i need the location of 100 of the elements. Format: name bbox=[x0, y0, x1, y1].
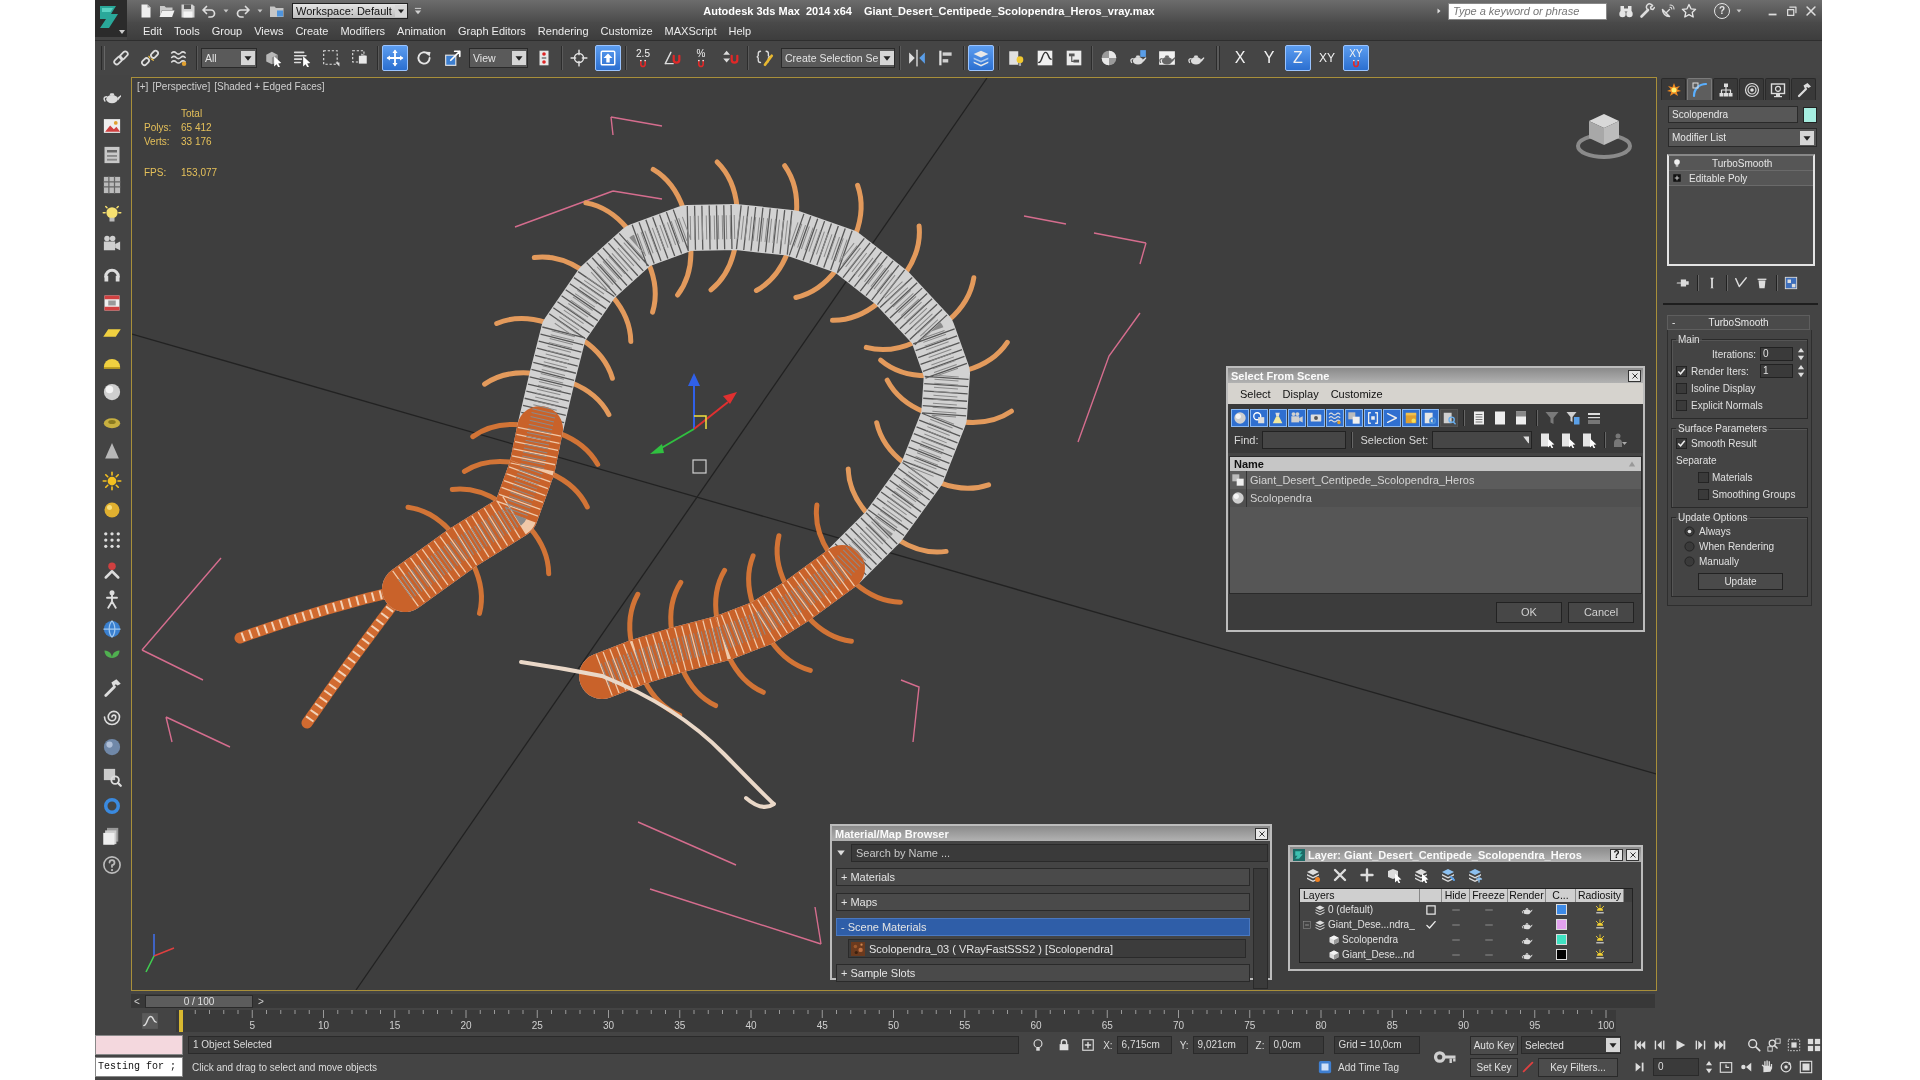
layer-name[interactable]: 0 (default) bbox=[1328, 904, 1374, 915]
column-header[interactable]: Hide bbox=[1442, 889, 1470, 902]
section-header[interactable]: + Materials bbox=[836, 868, 1250, 886]
column-header[interactable]: C... bbox=[1546, 889, 1576, 902]
help-button[interactable]: ? bbox=[1610, 848, 1623, 861]
lamp-icon[interactable] bbox=[1594, 948, 1606, 961]
panel-tab[interactable] bbox=[1739, 78, 1764, 100]
scrollbar-track[interactable] bbox=[1253, 868, 1268, 989]
checkbox[interactable] bbox=[1676, 382, 1687, 394]
x-mark-icon[interactable] bbox=[1332, 867, 1348, 883]
find-field[interactable] bbox=[1262, 431, 1347, 449]
orbit-icon[interactable] bbox=[1779, 1060, 1793, 1074]
caret-bar-icon[interactable] bbox=[413, 6, 423, 16]
menu-item[interactable]: Tools bbox=[168, 23, 205, 39]
document-cursor-icon[interactable] bbox=[1560, 432, 1577, 448]
workspace-dropdown[interactable]: Workspace: Default bbox=[292, 3, 408, 19]
object-name[interactable]: Giant_Dese...nd bbox=[1342, 949, 1415, 960]
add-time-tag-label[interactable]: Add Time Tag bbox=[1338, 1061, 1399, 1073]
swatch-icon[interactable] bbox=[1803, 106, 1817, 123]
satellite-dish-icon[interactable] bbox=[1660, 3, 1676, 19]
auto-key-button[interactable]: Auto Key bbox=[1470, 1035, 1518, 1055]
filter-toggle-button[interactable] bbox=[1231, 409, 1249, 427]
filter-toggle-button[interactable] bbox=[1364, 409, 1382, 427]
time-slider-handle[interactable]: 0 / 100 bbox=[145, 994, 253, 1008]
checkbox[interactable] bbox=[1676, 365, 1687, 377]
film-strip-icon[interactable] bbox=[102, 293, 122, 314]
close-button[interactable] bbox=[1628, 369, 1641, 382]
column-header[interactable]: Render bbox=[1508, 889, 1546, 902]
maximize-icon[interactable] bbox=[1799, 1060, 1813, 1074]
transform-gizmo-drawing[interactable] bbox=[650, 373, 737, 474]
coordinate-field[interactable]: 9,021cm bbox=[1192, 1036, 1248, 1054]
object-name[interactable]: Scolopendra bbox=[1342, 934, 1399, 945]
lamp-icon[interactable] bbox=[1594, 918, 1606, 931]
caret-icon[interactable] bbox=[1735, 7, 1743, 15]
funnel-document-icon[interactable] bbox=[1565, 410, 1581, 426]
star-icon[interactable] bbox=[1681, 3, 1697, 19]
zoom-icon[interactable] bbox=[1747, 1038, 1761, 1052]
menu-item[interactable]: Views bbox=[249, 23, 289, 39]
selection-filter-dropdown[interactable]: All bbox=[201, 48, 257, 68]
stack-item[interactable]: Editable Poly bbox=[1669, 171, 1813, 186]
menu-item[interactable]: Group bbox=[206, 23, 248, 39]
filter-toggle-button[interactable] bbox=[1288, 409, 1306, 427]
dot-grid-icon[interactable] bbox=[102, 529, 122, 550]
close-button[interactable] bbox=[1626, 848, 1639, 861]
layer-name[interactable]: Giant_Dese...ndra_ bbox=[1328, 919, 1415, 930]
viewport[interactable] bbox=[131, 77, 1657, 991]
filter-toggle-button[interactable] bbox=[1326, 409, 1344, 427]
box-magnifier-icon[interactable] bbox=[102, 766, 122, 787]
caret-icon[interactable] bbox=[256, 7, 264, 15]
app-logo-icon[interactable] bbox=[95, 0, 127, 37]
undo-arrow-icon[interactable] bbox=[201, 3, 217, 19]
menu-item[interactable]: Customize bbox=[1330, 387, 1383, 400]
spinner-field[interactable]: 0 bbox=[1760, 347, 1793, 361]
move-button[interactable] bbox=[382, 45, 408, 71]
menu-item[interactable]: Create bbox=[290, 23, 334, 39]
bulb-outline-icon[interactable] bbox=[1031, 1038, 1046, 1052]
zoom-extents-icon[interactable] bbox=[1787, 1038, 1801, 1052]
layer-manager-button[interactable] bbox=[968, 45, 994, 71]
script-listener-field[interactable] bbox=[95, 1035, 183, 1055]
lamp-icon[interactable] bbox=[1594, 903, 1606, 916]
radio-button[interactable] bbox=[1684, 540, 1695, 552]
zoom-all-icon[interactable] bbox=[1767, 1038, 1781, 1052]
rollout-header[interactable]: - TurboSmooth bbox=[1667, 315, 1810, 330]
coordinate-field[interactable]: 6,715cm bbox=[1116, 1036, 1172, 1054]
freeze-layer-icon[interactable] bbox=[1467, 867, 1483, 883]
wrench-icon[interactable] bbox=[1639, 3, 1655, 19]
new-layer-icon[interactable] bbox=[1305, 867, 1321, 883]
material-item[interactable]: Scolopendra_03 ( VRayFastSSS2 ) [Scolopendra] bbox=[848, 939, 1246, 958]
hammer-icon[interactable] bbox=[102, 677, 122, 698]
clock-box-icon[interactable] bbox=[1719, 1060, 1733, 1074]
time-slider[interactable]: < 0 / 100 > bbox=[131, 994, 1655, 1008]
radio-button[interactable] bbox=[1684, 525, 1695, 537]
spinner-arrows-icon[interactable] bbox=[1797, 364, 1805, 378]
person-funnel-icon[interactable] bbox=[1612, 432, 1629, 448]
lamp-icon[interactable] bbox=[1594, 933, 1606, 946]
grid-window-icon[interactable] bbox=[1784, 276, 1798, 290]
light-bulb-icon[interactable] bbox=[102, 204, 122, 225]
coordinate-system-dropdown[interactable]: View bbox=[469, 48, 528, 68]
frame-field[interactable]: 0 bbox=[1653, 1058, 1699, 1076]
help-icon[interactable] bbox=[102, 855, 122, 876]
check-icon[interactable] bbox=[1425, 918, 1437, 931]
redo-arrow-icon[interactable] bbox=[235, 3, 251, 19]
close-icon[interactable] bbox=[1804, 4, 1818, 18]
snap-button[interactable]: 2.5 bbox=[630, 45, 656, 71]
funnel-icon[interactable] bbox=[1544, 410, 1560, 426]
object-name-field[interactable]: Scolopendra bbox=[1668, 106, 1798, 123]
filter-toggle-button[interactable] bbox=[1345, 409, 1363, 427]
menu-item[interactable]: Graph Editors bbox=[452, 23, 531, 39]
column-header[interactable]: Freeze bbox=[1470, 889, 1508, 902]
spinner-arrows-icon[interactable] bbox=[1797, 347, 1805, 361]
empty-square-icon[interactable] bbox=[1425, 903, 1437, 916]
menu-item[interactable]: Help bbox=[723, 23, 757, 39]
column-header[interactable]: Radiosity bbox=[1576, 889, 1624, 902]
menu-item[interactable]: Display bbox=[1282, 387, 1319, 400]
axis-button[interactable]: X bbox=[1227, 45, 1253, 71]
document-cursor-icon[interactable] bbox=[1581, 432, 1598, 448]
prev-frame-icon[interactable] bbox=[1653, 1038, 1667, 1052]
triangle-bar-icon[interactable] bbox=[1633, 1060, 1647, 1074]
track-bar[interactable]: 5 10 15 20 25 30 35 40 45 50 55 60 65 70 75 80 85 90 95 100 bbox=[176, 1010, 1616, 1032]
section-header[interactable]: - Scene Materials bbox=[836, 918, 1250, 936]
